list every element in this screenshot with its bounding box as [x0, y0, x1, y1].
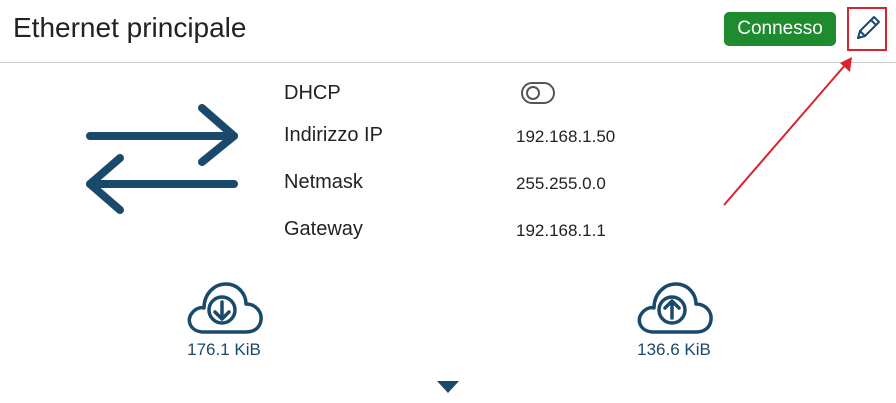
dhcp-label: DHCP [284, 82, 341, 104]
netmask-label: Netmask [284, 171, 363, 193]
pencil-icon [857, 16, 880, 39]
gateway-label: Gateway [284, 218, 363, 240]
triangle-down-icon[interactable] [436, 380, 460, 394]
ip-label: Indirizzo IP [284, 124, 383, 146]
ip-value: 192.168.1.50 [516, 127, 616, 146]
upload-traffic: 136.6 KiB [637, 340, 711, 359]
netmask-value: 255.255.0.0 [516, 174, 606, 193]
gateway-value: 192.168.1.1 [516, 221, 606, 240]
cloud-download-icon [187, 282, 263, 334]
download-traffic: 176.1 KiB [187, 340, 261, 359]
dhcp-toggle[interactable] [521, 82, 555, 104]
page-title: Ethernet principale [13, 12, 247, 43]
status-badge: Connesso [724, 12, 836, 46]
header-divider [0, 62, 896, 63]
transfer-arrows-icon [86, 104, 238, 214]
edit-button[interactable] [847, 7, 887, 51]
toggle-knob [526, 86, 540, 100]
cloud-upload-icon [637, 282, 713, 334]
card-header: Ethernet principale Connesso [0, 0, 896, 62]
